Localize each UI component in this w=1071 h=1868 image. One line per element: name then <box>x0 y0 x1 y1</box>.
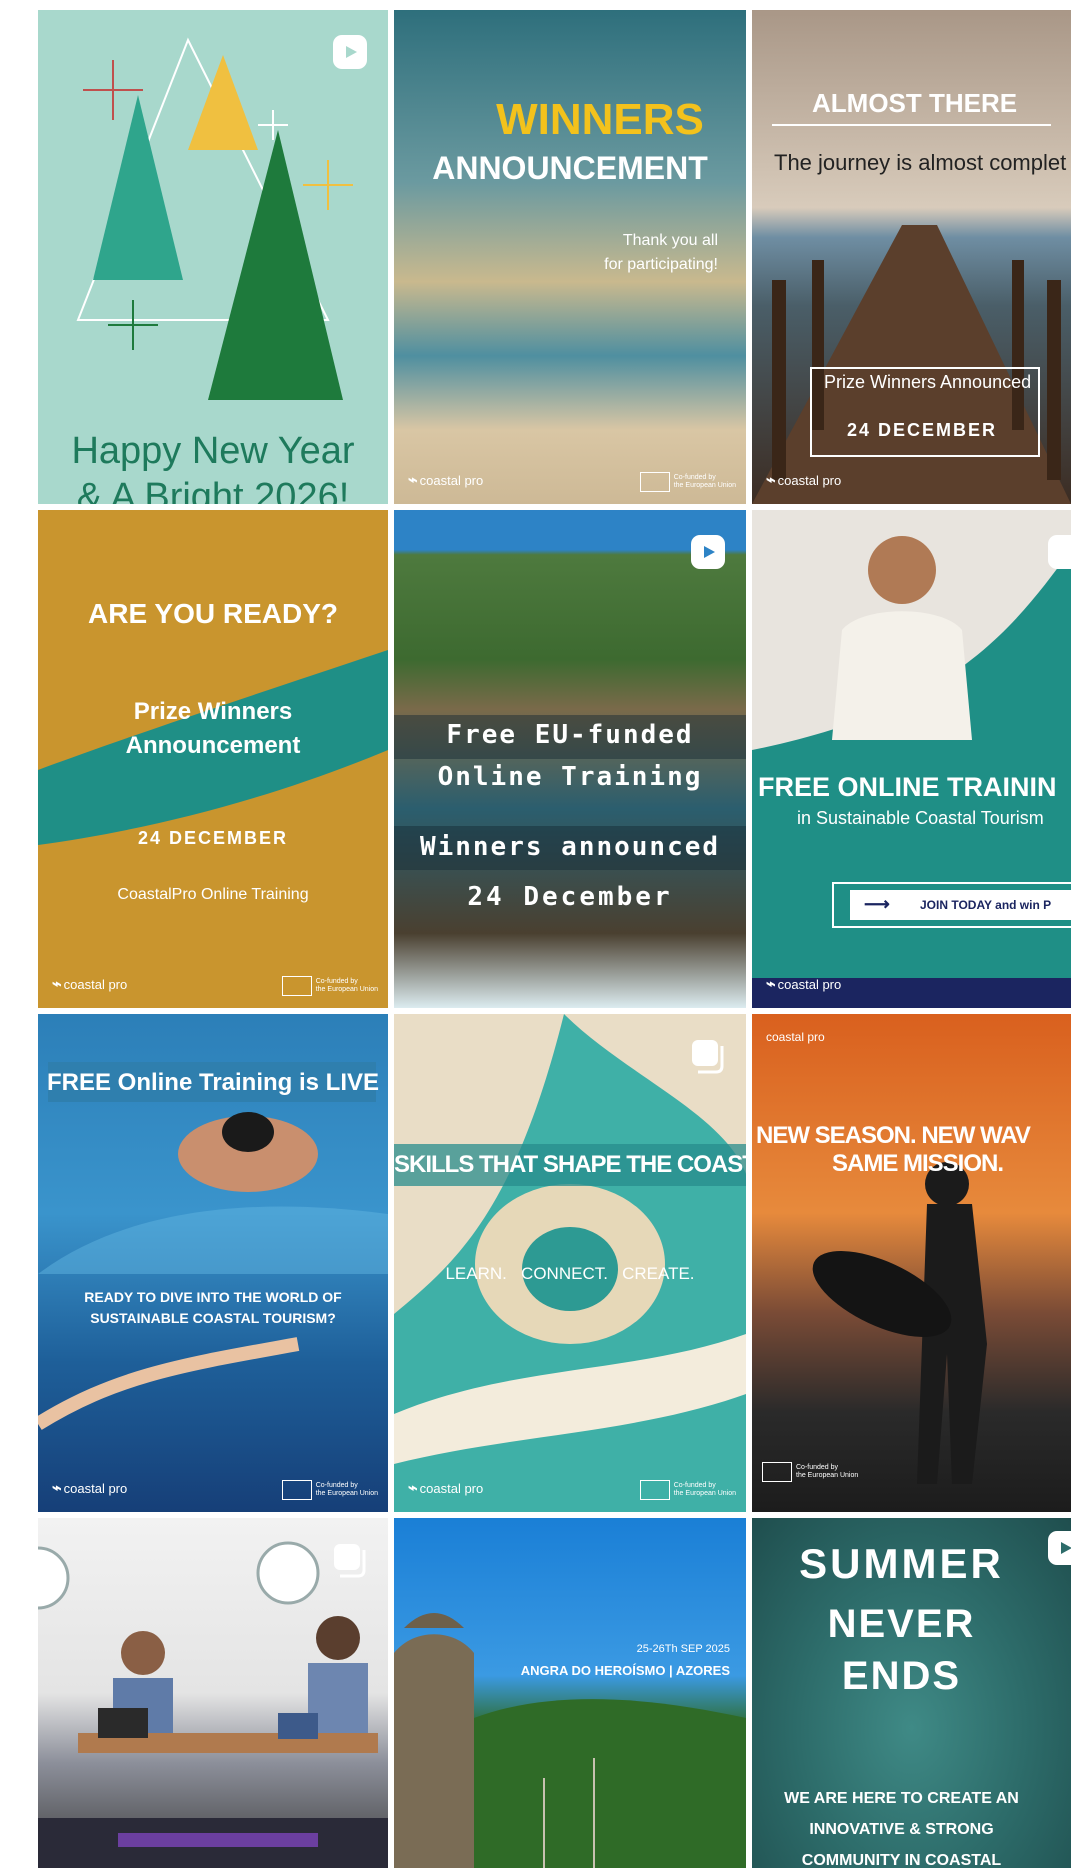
aerial-coast-photo <box>394 1014 746 1512</box>
coastal-pro-logo: ⌁ coastal pro <box>766 976 842 993</box>
post-line-2: Online Training <box>437 762 703 792</box>
eu-cofunded-badge: Co-funded by the European Union <box>639 1480 736 1500</box>
post-body-line-1: WE ARE HERE TO CREATE AN <box>784 1790 1019 1807</box>
post-tile-summer-never-ends[interactable]: SUMMER NEVER ENDS WE ARE HERE TO CREATE … <box>752 1518 1071 1868</box>
post-tile-training-live[interactable]: FREE Online Training is LIVE READY TO DI… <box>38 1014 388 1512</box>
post-date: 24 DECEMBER <box>137 828 289 848</box>
reel-icon <box>1048 535 1071 569</box>
post-tagline: LEARN. CONNECT. CREATE. <box>445 1264 695 1283</box>
coastal-pro-logo: ⌁ coastal pro <box>52 1480 128 1497</box>
post-band-line-2: Announcement <box>125 732 301 759</box>
eu-cofunded-badge: Co-funded by the European Union <box>281 976 378 996</box>
surfer-silhouette-photo <box>812 1162 987 1484</box>
post-line-3: Winners announced <box>419 832 721 862</box>
post-box-line-1: Prize Winners Announced <box>824 372 1032 392</box>
woman-at-laptop-photo <box>752 510 1071 1008</box>
post-tile-almost-there[interactable]: ALMOST THERE The journey is almost compl… <box>752 10 1071 504</box>
coastal-pro-logo: ⌁ coastal pro <box>766 472 842 489</box>
post-tile-meeting-photo[interactable] <box>38 1518 388 1868</box>
post-tile-skills-shape-coast[interactable]: SKILLS THAT SHAPE THE COAST LEARN. CONNE… <box>394 1014 746 1512</box>
post-title-line-2: SAME MISSION. <box>832 1150 1004 1177</box>
post-date: 25-26Th SEP 2025 <box>636 1643 730 1655</box>
post-tile-winners-announcement[interactable]: WINNERS ANNOUNCEMENT Thank you all for p… <box>394 10 746 504</box>
post-tile-azores-event[interactable]: 25-26Th SEP 2025 ANGRA DO HEROÍSMO | AZO… <box>394 1518 746 1868</box>
coastal-pro-logo: ⌁ coastal pro <box>408 472 484 489</box>
post-body-line-1: Thank you all <box>622 232 718 249</box>
coastal-pro-logo: coastal pro <box>766 1030 825 1044</box>
post-tile-new-season[interactable]: coastal pro NEW SEASON. NEW WAV SAME MIS… <box>752 1014 1071 1512</box>
carousel-icon <box>692 1040 724 1074</box>
post-title: ARE YOU READY? <box>88 598 338 629</box>
post-box-line-2: 24 DECEMBER <box>847 420 998 440</box>
post-line-4: 24 December <box>467 882 673 912</box>
post-band-line-1: Prize Winners <box>133 698 293 725</box>
post-title-line-2: NEVER <box>827 1602 976 1646</box>
fortress-photo <box>394 1613 746 1868</box>
post-place: ANGRA DO HEROÍSMO | AZORES <box>520 1663 730 1678</box>
post-title: FREE ONLINE TRAININ <box>758 772 1057 802</box>
post-tile-are-you-ready[interactable]: ARE YOU READY? Prize Winners Announcemen… <box>38 510 388 1008</box>
post-title-line-2: ANNOUNCEMENT <box>432 150 708 186</box>
post-body-line-2: INNOVATIVE & STRONG <box>809 1821 994 1838</box>
post-title-line-1: Happy New Year <box>71 430 355 472</box>
eu-cofunded-badge: Co-funded by the European Union <box>639 472 736 492</box>
post-tile-free-online-training[interactable]: FREE ONLINE TRAININ in Sustainable Coast… <box>752 510 1071 1008</box>
post-title: SKILLS THAT SHAPE THE COAST <box>394 1151 746 1178</box>
profile-post-grid: Happy New Year & A Bright 2026! WINNERS … <box>0 0 1071 1868</box>
arrow-right-icon: ⟶ <box>864 894 890 914</box>
post-line-1: Free EU-funded <box>446 720 694 750</box>
carousel-icon <box>334 1544 366 1578</box>
reel-icon <box>333 35 367 69</box>
post-footer: CoastalPro Online Training <box>117 886 309 903</box>
coastal-pro-logo: ⌁ coastal pro <box>408 1480 484 1497</box>
post-title: FREE Online Training is LIVE <box>46 1069 380 1096</box>
post-tile-free-eu-training[interactable]: Free EU-funded Online Training Winners a… <box>394 510 746 1008</box>
post-body-line-2: SUSTAINABLE COASTAL TOURISM? <box>90 1310 336 1326</box>
post-title-line-1: NEW SEASON. NEW WAV <box>756 1122 1031 1149</box>
eu-cofunded-badge: Co-funded by the European Union <box>281 1480 378 1500</box>
post-tile-happy-new-year[interactable]: Happy New Year & A Bright 2026! <box>38 10 388 504</box>
coastal-pro-logo: ⌁ coastal pro <box>52 976 128 993</box>
post-body-line-3: COMMUNITY IN COASTAL <box>801 1852 1002 1868</box>
post-title: ALMOST THERE <box>812 88 1018 118</box>
post-subtitle: The journey is almost complet <box>774 150 1067 175</box>
post-title-line-1: SUMMER <box>799 1540 1004 1587</box>
post-title-line-2: & A Bright 2026! <box>76 476 350 504</box>
join-today-button[interactable]: ⟶ JOIN TODAY and win P <box>850 890 1071 920</box>
cta-label: JOIN TODAY and win P <box>920 898 1052 912</box>
post-body-line-2: for participating! <box>604 256 718 273</box>
post-subtitle: in Sustainable Coastal Tourism <box>797 808 1044 828</box>
eu-cofunded-badge: Co-funded by the European Union <box>762 1462 858 1482</box>
reel-icon <box>691 535 725 569</box>
divider <box>772 124 1051 126</box>
post-title-line-3: ENDS <box>841 1654 962 1698</box>
post-title-line-1: WINNERS <box>496 95 704 144</box>
post-body-line-1: READY TO DIVE INTO THE WORLD OF <box>84 1289 342 1305</box>
